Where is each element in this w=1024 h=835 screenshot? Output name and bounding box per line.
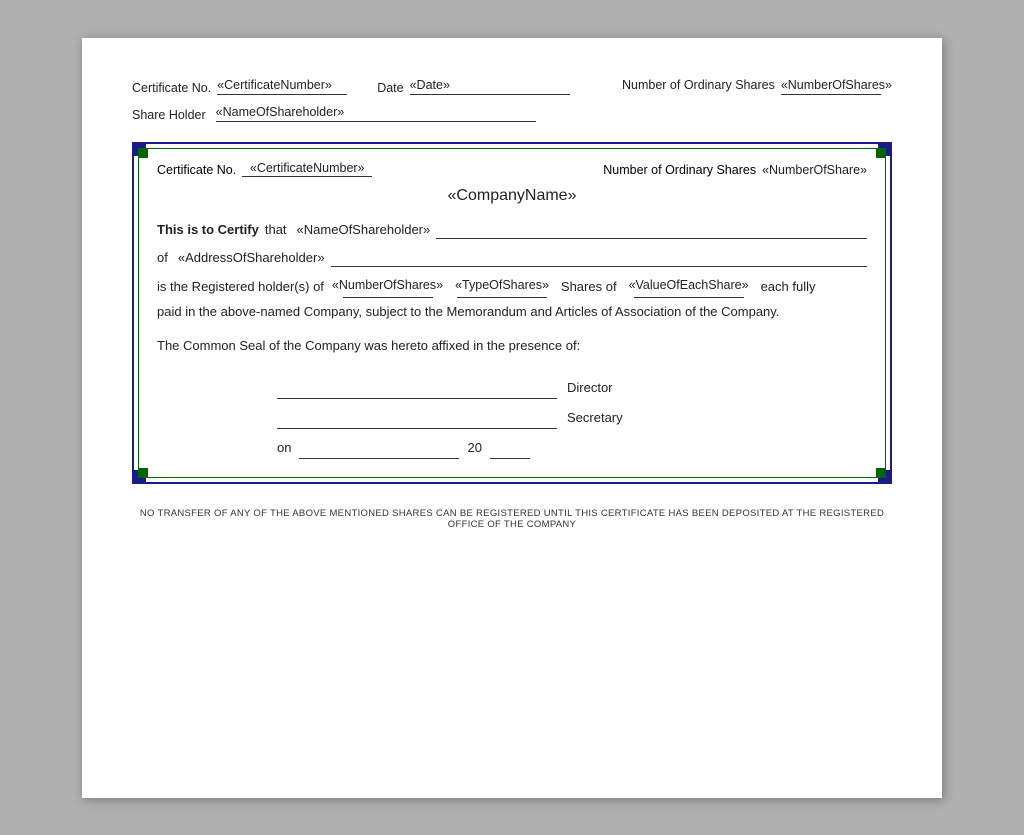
- seal-line-text: The Common Seal of the Company was heret…: [157, 338, 580, 353]
- director-sig-line: [277, 398, 557, 399]
- top-date-label: Date: [377, 81, 403, 95]
- top-date-group: Date «Date»: [377, 78, 569, 95]
- top-shareholder-label: Share Holder: [132, 108, 206, 122]
- each-fully-text: each fully: [761, 276, 816, 298]
- certificate-inner-box: Certificate No. «CertificateNumber» Numb…: [138, 148, 886, 479]
- of-address-line: of «AddressOfShareholder»: [157, 247, 867, 269]
- year-label: 20: [467, 437, 481, 459]
- green-corner-bl: [138, 468, 148, 478]
- top-date-value: «Date»: [410, 78, 450, 92]
- address-value: «AddressOfShareholder»: [178, 247, 325, 269]
- top-fields-row1: Certificate No. «CertificateNumber» Date…: [132, 78, 892, 95]
- green-corner-tr: [876, 148, 886, 158]
- director-sig-row: Director: [277, 377, 867, 399]
- registered-line: is the Registered holder(s) of «NumberOf…: [157, 275, 867, 298]
- is-registered-text: is the Registered holder(s) of: [157, 276, 324, 298]
- document-page: Certificate No. «CertificateNumber» Date…: [82, 38, 942, 798]
- seal-line: The Common Seal of the Company was heret…: [157, 335, 867, 357]
- cert-header-right: Number of Ordinary Shares «NumberOfShare…: [603, 163, 867, 177]
- shares-of-text: Shares of: [561, 276, 617, 298]
- certify-line: This is to Certify that «NameOfSharehold…: [157, 219, 867, 241]
- cert-shares-label-inner: Number of Ordinary Shares: [603, 163, 756, 177]
- cert-no-value-inner: «CertificateNumber»: [250, 161, 365, 175]
- date-line: on 20: [277, 437, 867, 459]
- certify-that: that: [265, 219, 287, 241]
- top-cert-no-label: Certificate No.: [132, 81, 211, 95]
- top-shares-group: Number of Ordinary Shares «NumberOfShare…: [622, 78, 892, 95]
- cert-header-row: Certificate No. «CertificateNumber» Numb…: [157, 161, 867, 177]
- certificate-box: Certificate No. «CertificateNumber» Numb…: [132, 142, 892, 485]
- date-field: [299, 458, 459, 459]
- type-shares-field: «TypeOfShares»: [455, 275, 549, 296]
- number-shares-field: «NumberOfShares»: [332, 275, 443, 296]
- paid-line: paid in the above-named Company, subject…: [157, 302, 867, 323]
- certify-bold: This is to Certify: [157, 219, 259, 241]
- secretary-sig-line: [277, 428, 557, 429]
- company-name: «CompanyName»: [157, 187, 867, 205]
- company-name-text: «CompanyName»: [448, 187, 577, 204]
- top-fields-row2: Share Holder «NameOfShareholder»: [132, 105, 892, 122]
- signatures-section: Director Secretary on 20: [277, 377, 867, 459]
- paid-line-text: paid in the above-named Company, subject…: [157, 304, 779, 319]
- top-shares-value: «NumberOfShares»: [781, 78, 892, 92]
- year-field: [490, 458, 530, 459]
- of-label: of: [157, 247, 168, 269]
- on-label: on: [277, 437, 291, 459]
- cert-body: This is to Certify that «NameOfSharehold…: [157, 219, 867, 460]
- secretary-label: Secretary: [567, 407, 623, 429]
- footer-text: NO TRANSFER OF ANY OF THE ABOVE MENTIONE…: [132, 508, 892, 530]
- secretary-sig-row: Secretary: [277, 407, 867, 429]
- value-each-field: «ValueOfEachShare»: [629, 275, 749, 296]
- green-corner-tl: [138, 148, 148, 158]
- top-cert-no-group: Certificate No. «CertificateNumber»: [132, 78, 347, 95]
- cert-header-left: Certificate No. «CertificateNumber»: [157, 161, 372, 177]
- cert-shares-value-inner: «NumberOfShare»: [762, 163, 867, 177]
- top-shares-label: Number of Ordinary Shares: [622, 78, 775, 92]
- top-cert-no-value: «CertificateNumber»: [217, 78, 332, 92]
- shareholder-name: «NameOfShareholder»: [297, 219, 431, 241]
- green-corner-br: [876, 468, 886, 478]
- cert-no-label-inner: Certificate No.: [157, 163, 236, 177]
- director-label: Director: [567, 377, 613, 399]
- top-shareholder-value: «NameOfShareholder»: [216, 105, 345, 119]
